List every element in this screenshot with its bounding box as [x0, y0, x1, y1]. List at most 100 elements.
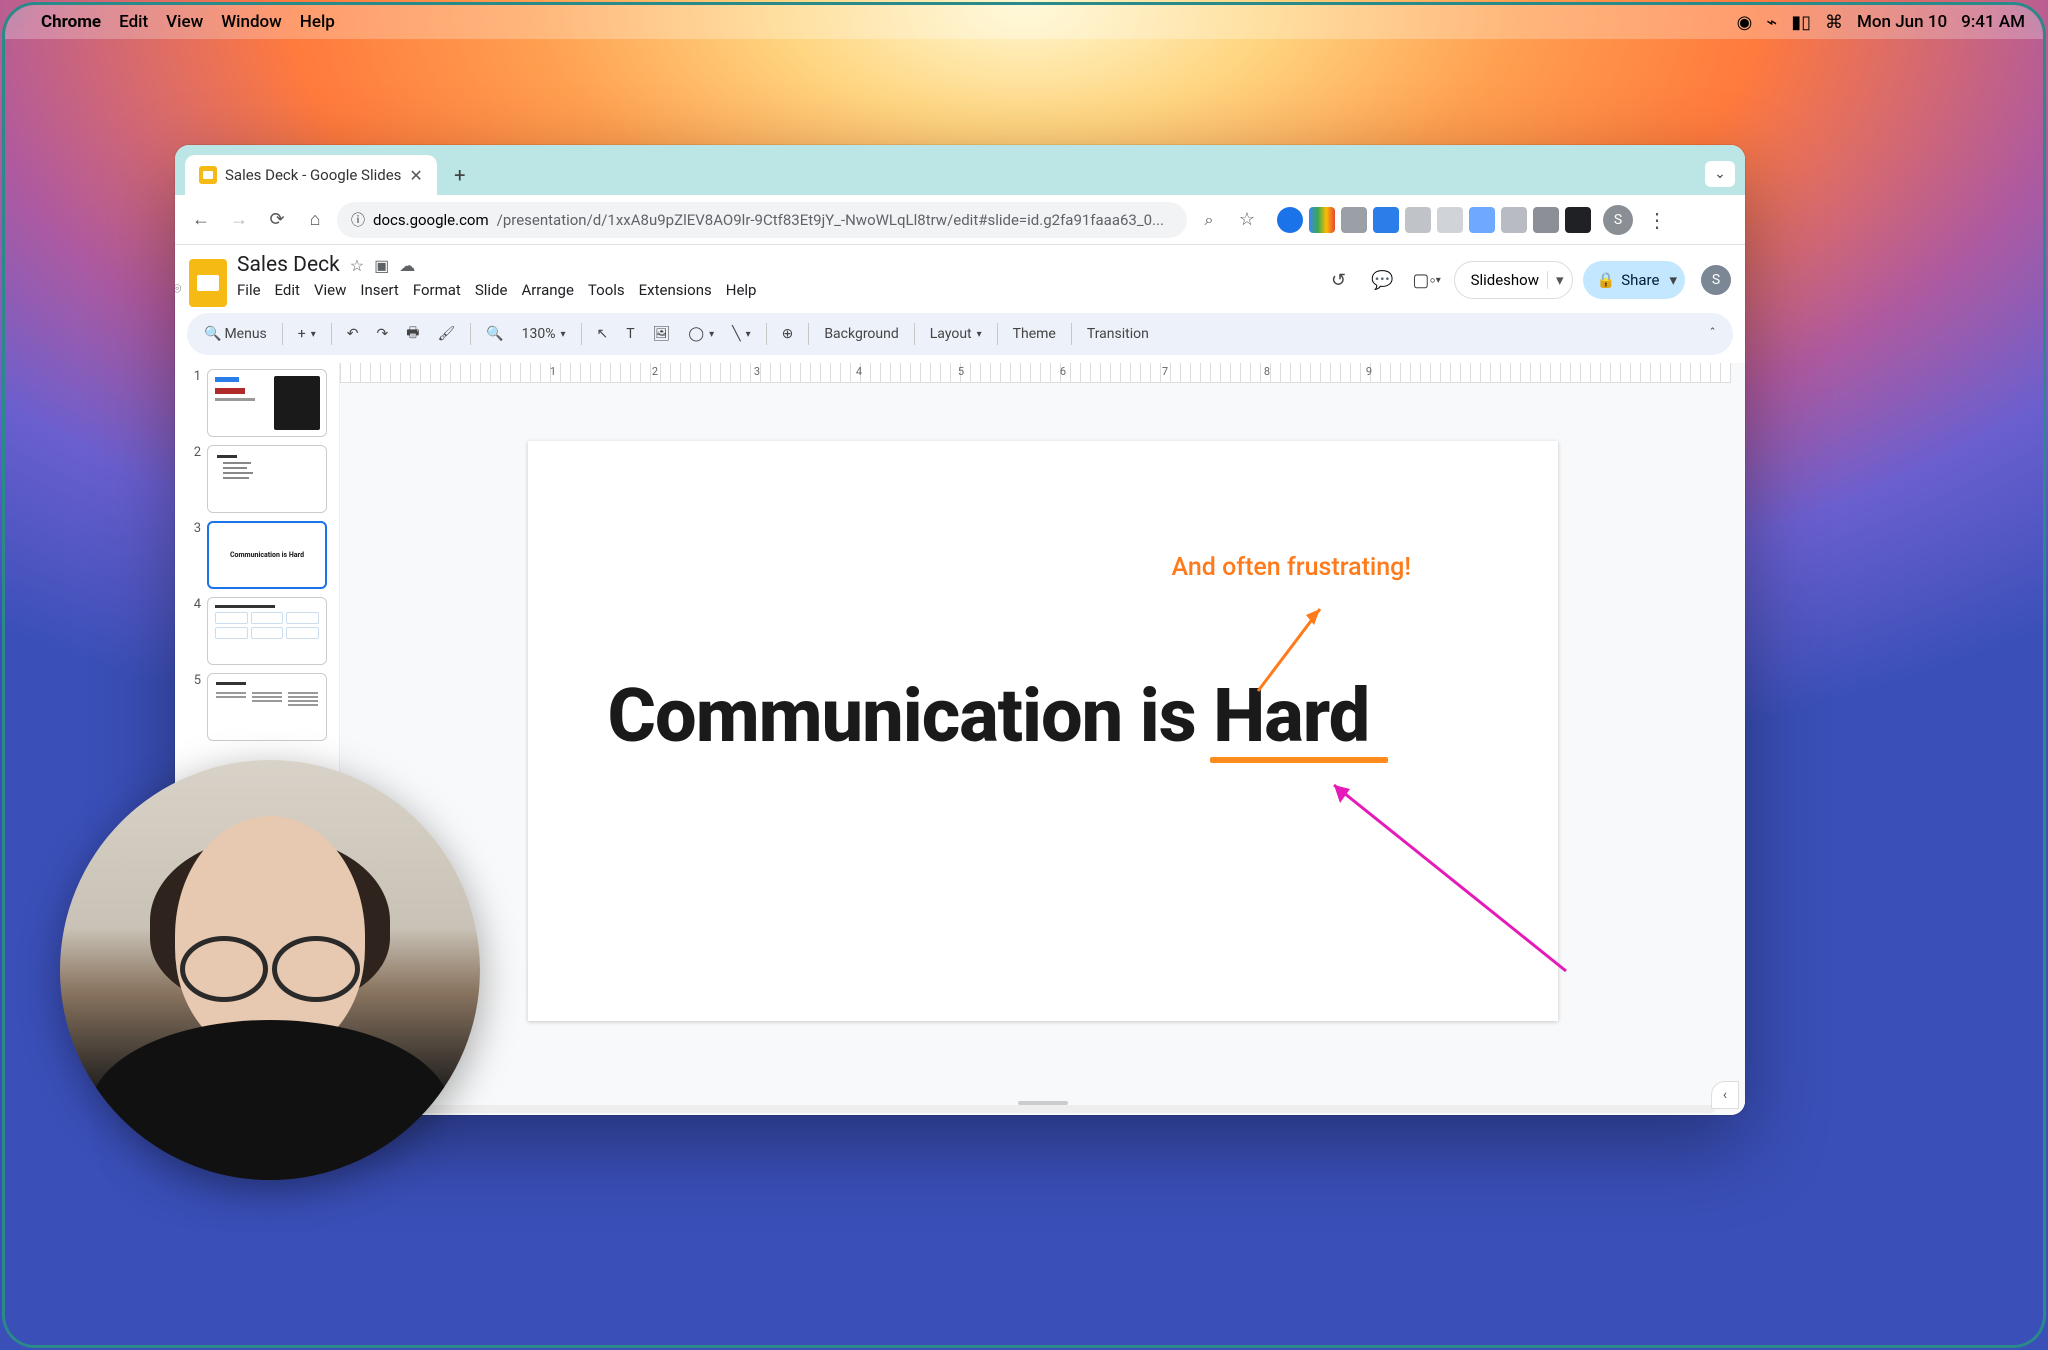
menu-help[interactable]: Help: [726, 281, 757, 299]
menu-edit[interactable]: Edit: [275, 281, 300, 299]
nav-forward-button[interactable]: →: [223, 204, 255, 236]
meet-button[interactable]: ▢◦▾: [1410, 263, 1444, 297]
lock-icon: 🔒: [1597, 271, 1616, 289]
menu-view[interactable]: View: [314, 281, 346, 299]
menubar-date[interactable]: Mon Jun 10: [1857, 12, 1947, 32]
wifi-icon[interactable]: ⌁: [1766, 12, 1777, 33]
print-button[interactable]: 🖶: [399, 318, 426, 350]
theme-button[interactable]: Theme: [1006, 322, 1063, 346]
redo-button[interactable]: ↷: [369, 322, 395, 346]
toolbar-collapse-icon[interactable]: ˆ: [1702, 322, 1723, 346]
slide-thumb[interactable]: [207, 369, 327, 437]
textbox-tool[interactable]: T: [619, 322, 641, 346]
extension-icon[interactable]: [1341, 207, 1367, 233]
menu-help[interactable]: Help: [300, 12, 335, 32]
menu-view[interactable]: View: [166, 12, 203, 32]
star-icon[interactable]: ☆: [350, 256, 364, 275]
undo-button[interactable]: ↶: [340, 322, 366, 346]
url-path: /presentation/d/1xxA8u9pZlEV8AO9lr-9Ctf8…: [497, 211, 1164, 229]
omnibox[interactable]: ⓘ docs.google.com/presentation/d/1xxA8u9…: [337, 202, 1187, 238]
paint-format-button[interactable]: 🖌: [430, 322, 462, 346]
control-center-icon[interactable]: ⌘: [1825, 12, 1843, 33]
layout-button[interactable]: Layout▾: [923, 322, 989, 346]
menu-tools[interactable]: Tools: [588, 281, 625, 299]
find-button[interactable]: ⌕: [1193, 204, 1225, 236]
zoom-level[interactable]: 130%▾: [515, 322, 573, 346]
comment-tool[interactable]: ⊕: [775, 322, 801, 346]
zoom-fit-button[interactable]: 🔍: [479, 322, 510, 346]
new-slide-button[interactable]: +▾: [291, 322, 323, 346]
comments-button[interactable]: 💬: [1366, 263, 1400, 297]
image-tool[interactable]: 🖼: [646, 322, 678, 346]
menu-insert[interactable]: Insert: [360, 281, 398, 299]
webcam-bubble[interactable]: [60, 760, 480, 1180]
line-tool[interactable]: ╲▾: [725, 322, 757, 346]
tab-search-button[interactable]: ⌄: [1705, 161, 1735, 187]
transition-button[interactable]: Transition: [1080, 322, 1156, 346]
slides-menubar: File Edit View Insert Format Slide Arran…: [237, 281, 1312, 299]
menu-window[interactable]: Window: [221, 12, 282, 32]
slide-thumb-row[interactable]: 1 ⌾: [189, 369, 331, 437]
slides-logo-icon[interactable]: [189, 259, 227, 307]
menu-edit[interactable]: Edit: [119, 12, 148, 32]
extension-icon[interactable]: [1405, 207, 1431, 233]
extension-icon[interactable]: [1469, 207, 1495, 233]
slideshow-dropdown-icon[interactable]: ▾: [1547, 271, 1564, 289]
slide-thumb-row[interactable]: 2: [189, 445, 331, 513]
menu-slide[interactable]: Slide: [475, 281, 508, 299]
slide-thumb-row[interactable]: 4: [189, 597, 331, 665]
underline-annotation: [1210, 757, 1388, 763]
chrome-menu-button[interactable]: ⋮: [1647, 208, 1667, 232]
slide-thumb[interactable]: [207, 673, 327, 741]
shape-tool[interactable]: ◯▾: [681, 322, 721, 346]
app-menu[interactable]: Chrome: [41, 12, 101, 32]
extension-icon[interactable]: [1309, 207, 1335, 233]
nav-back-button[interactable]: ←: [185, 204, 217, 236]
extension-icon[interactable]: [1533, 207, 1559, 233]
extension-icon[interactable]: [1437, 207, 1463, 233]
search-menus[interactable]: 🔍 Menus: [197, 322, 274, 346]
explore-button[interactable]: ‹: [1711, 1081, 1739, 1109]
extension-icon[interactable]: [1277, 207, 1303, 233]
menu-file[interactable]: File: [237, 281, 261, 299]
menu-arrange[interactable]: Arrange: [521, 281, 573, 299]
doc-title[interactable]: Sales Deck: [237, 253, 340, 277]
annotation-text: And often frustrating!: [1172, 553, 1411, 582]
slide-thumb[interactable]: Communication is Hard: [207, 521, 327, 589]
chrome-profile-button[interactable]: S: [1603, 205, 1633, 235]
nav-reload-button[interactable]: ⟳: [261, 204, 293, 236]
select-tool[interactable]: ↖: [590, 322, 616, 346]
move-icon[interactable]: ▣: [374, 256, 389, 275]
slide-thumb-row[interactable]: 5: [189, 673, 331, 741]
chrome-tab[interactable]: Sales Deck - Google Slides ✕: [185, 155, 437, 195]
chrome-tabstrip: Sales Deck - Google Slides ✕ + ⌄: [175, 145, 1745, 195]
menu-format[interactable]: Format: [413, 281, 461, 299]
tab-title: Sales Deck - Google Slides: [225, 166, 401, 184]
canvas-area[interactable]: 1 2 3 4 5 6 7 8 9 Communic: [340, 363, 1745, 1115]
background-button[interactable]: Background: [817, 322, 905, 346]
slide-thumb[interactable]: [207, 445, 327, 513]
menubar-time[interactable]: 9:41 AM: [1961, 12, 2025, 32]
menu-extensions[interactable]: Extensions: [639, 281, 712, 299]
cloud-status-icon[interactable]: ☁: [399, 256, 415, 275]
tab-close-icon[interactable]: ✕: [409, 166, 422, 185]
nav-home-button[interactable]: ⌂: [299, 204, 331, 236]
extension-icon[interactable]: [1373, 207, 1399, 233]
history-button[interactable]: ↺: [1322, 263, 1356, 297]
slide-thumb-row[interactable]: 3 Communication is Hard: [189, 521, 331, 589]
new-tab-button[interactable]: +: [445, 160, 475, 190]
site-info-icon[interactable]: ⓘ: [351, 210, 365, 230]
slide-thumb[interactable]: [207, 597, 327, 665]
account-button[interactable]: S: [1701, 265, 1731, 295]
share-dropdown-icon[interactable]: ▾: [1665, 271, 1677, 289]
url-host: docs.google.com: [373, 211, 489, 229]
screen-record-icon[interactable]: ◉: [1737, 12, 1753, 33]
extension-icon[interactable]: [1565, 207, 1591, 233]
slide-canvas[interactable]: Communication is Hard And often frustrat…: [528, 441, 1558, 1021]
extension-icon[interactable]: [1501, 207, 1527, 233]
battery-icon[interactable]: ▮▯: [1791, 12, 1811, 33]
share-button[interactable]: 🔒 Share ▾: [1583, 261, 1685, 299]
scrollbar-horizontal[interactable]: [360, 1105, 1715, 1113]
bookmark-button[interactable]: ☆: [1231, 204, 1263, 236]
slideshow-button[interactable]: Slideshow ▾: [1454, 261, 1573, 299]
